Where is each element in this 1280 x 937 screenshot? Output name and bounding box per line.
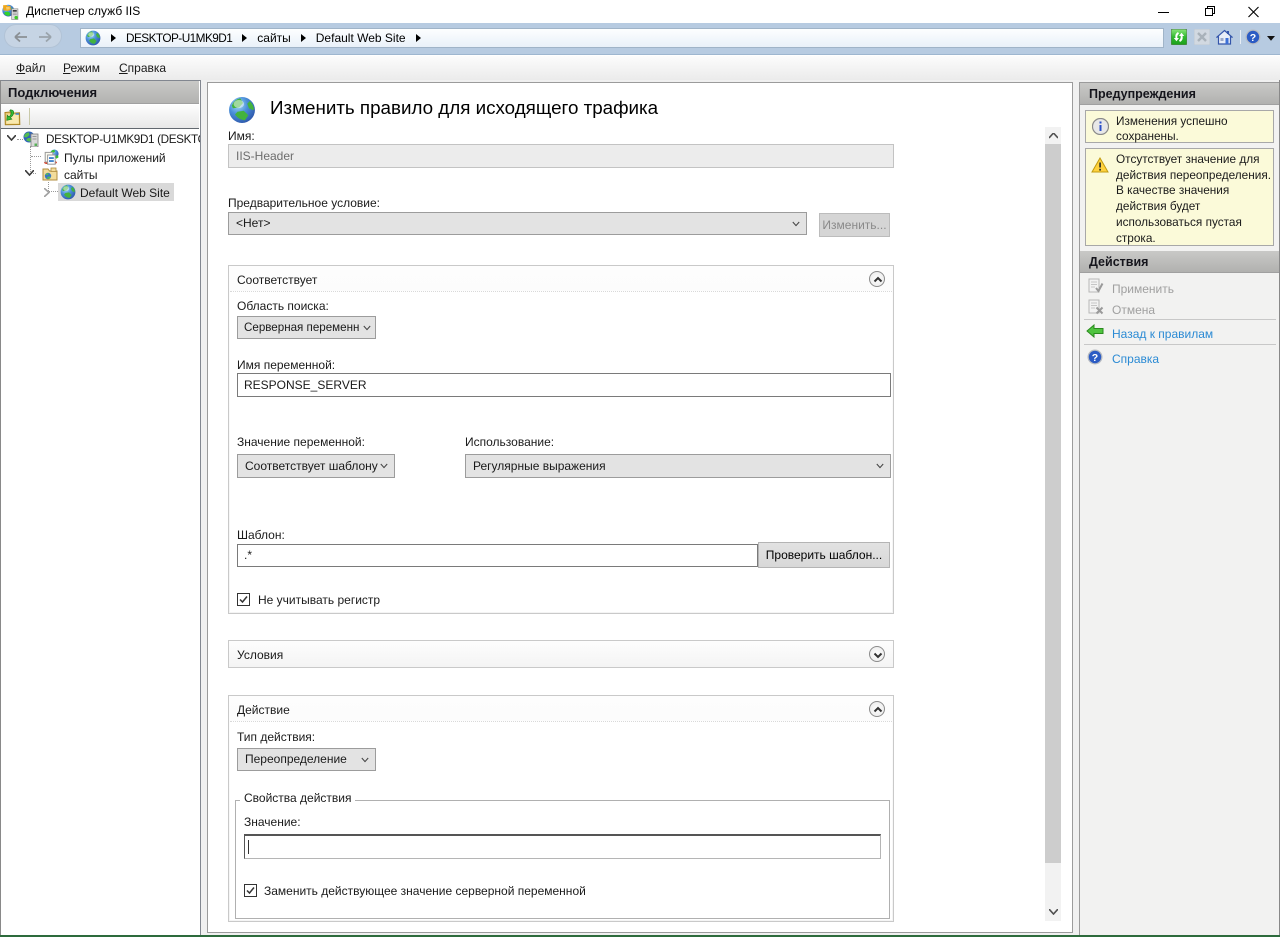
svg-text:?: ? [1250, 32, 1256, 44]
svg-text:?: ? [1092, 352, 1098, 364]
